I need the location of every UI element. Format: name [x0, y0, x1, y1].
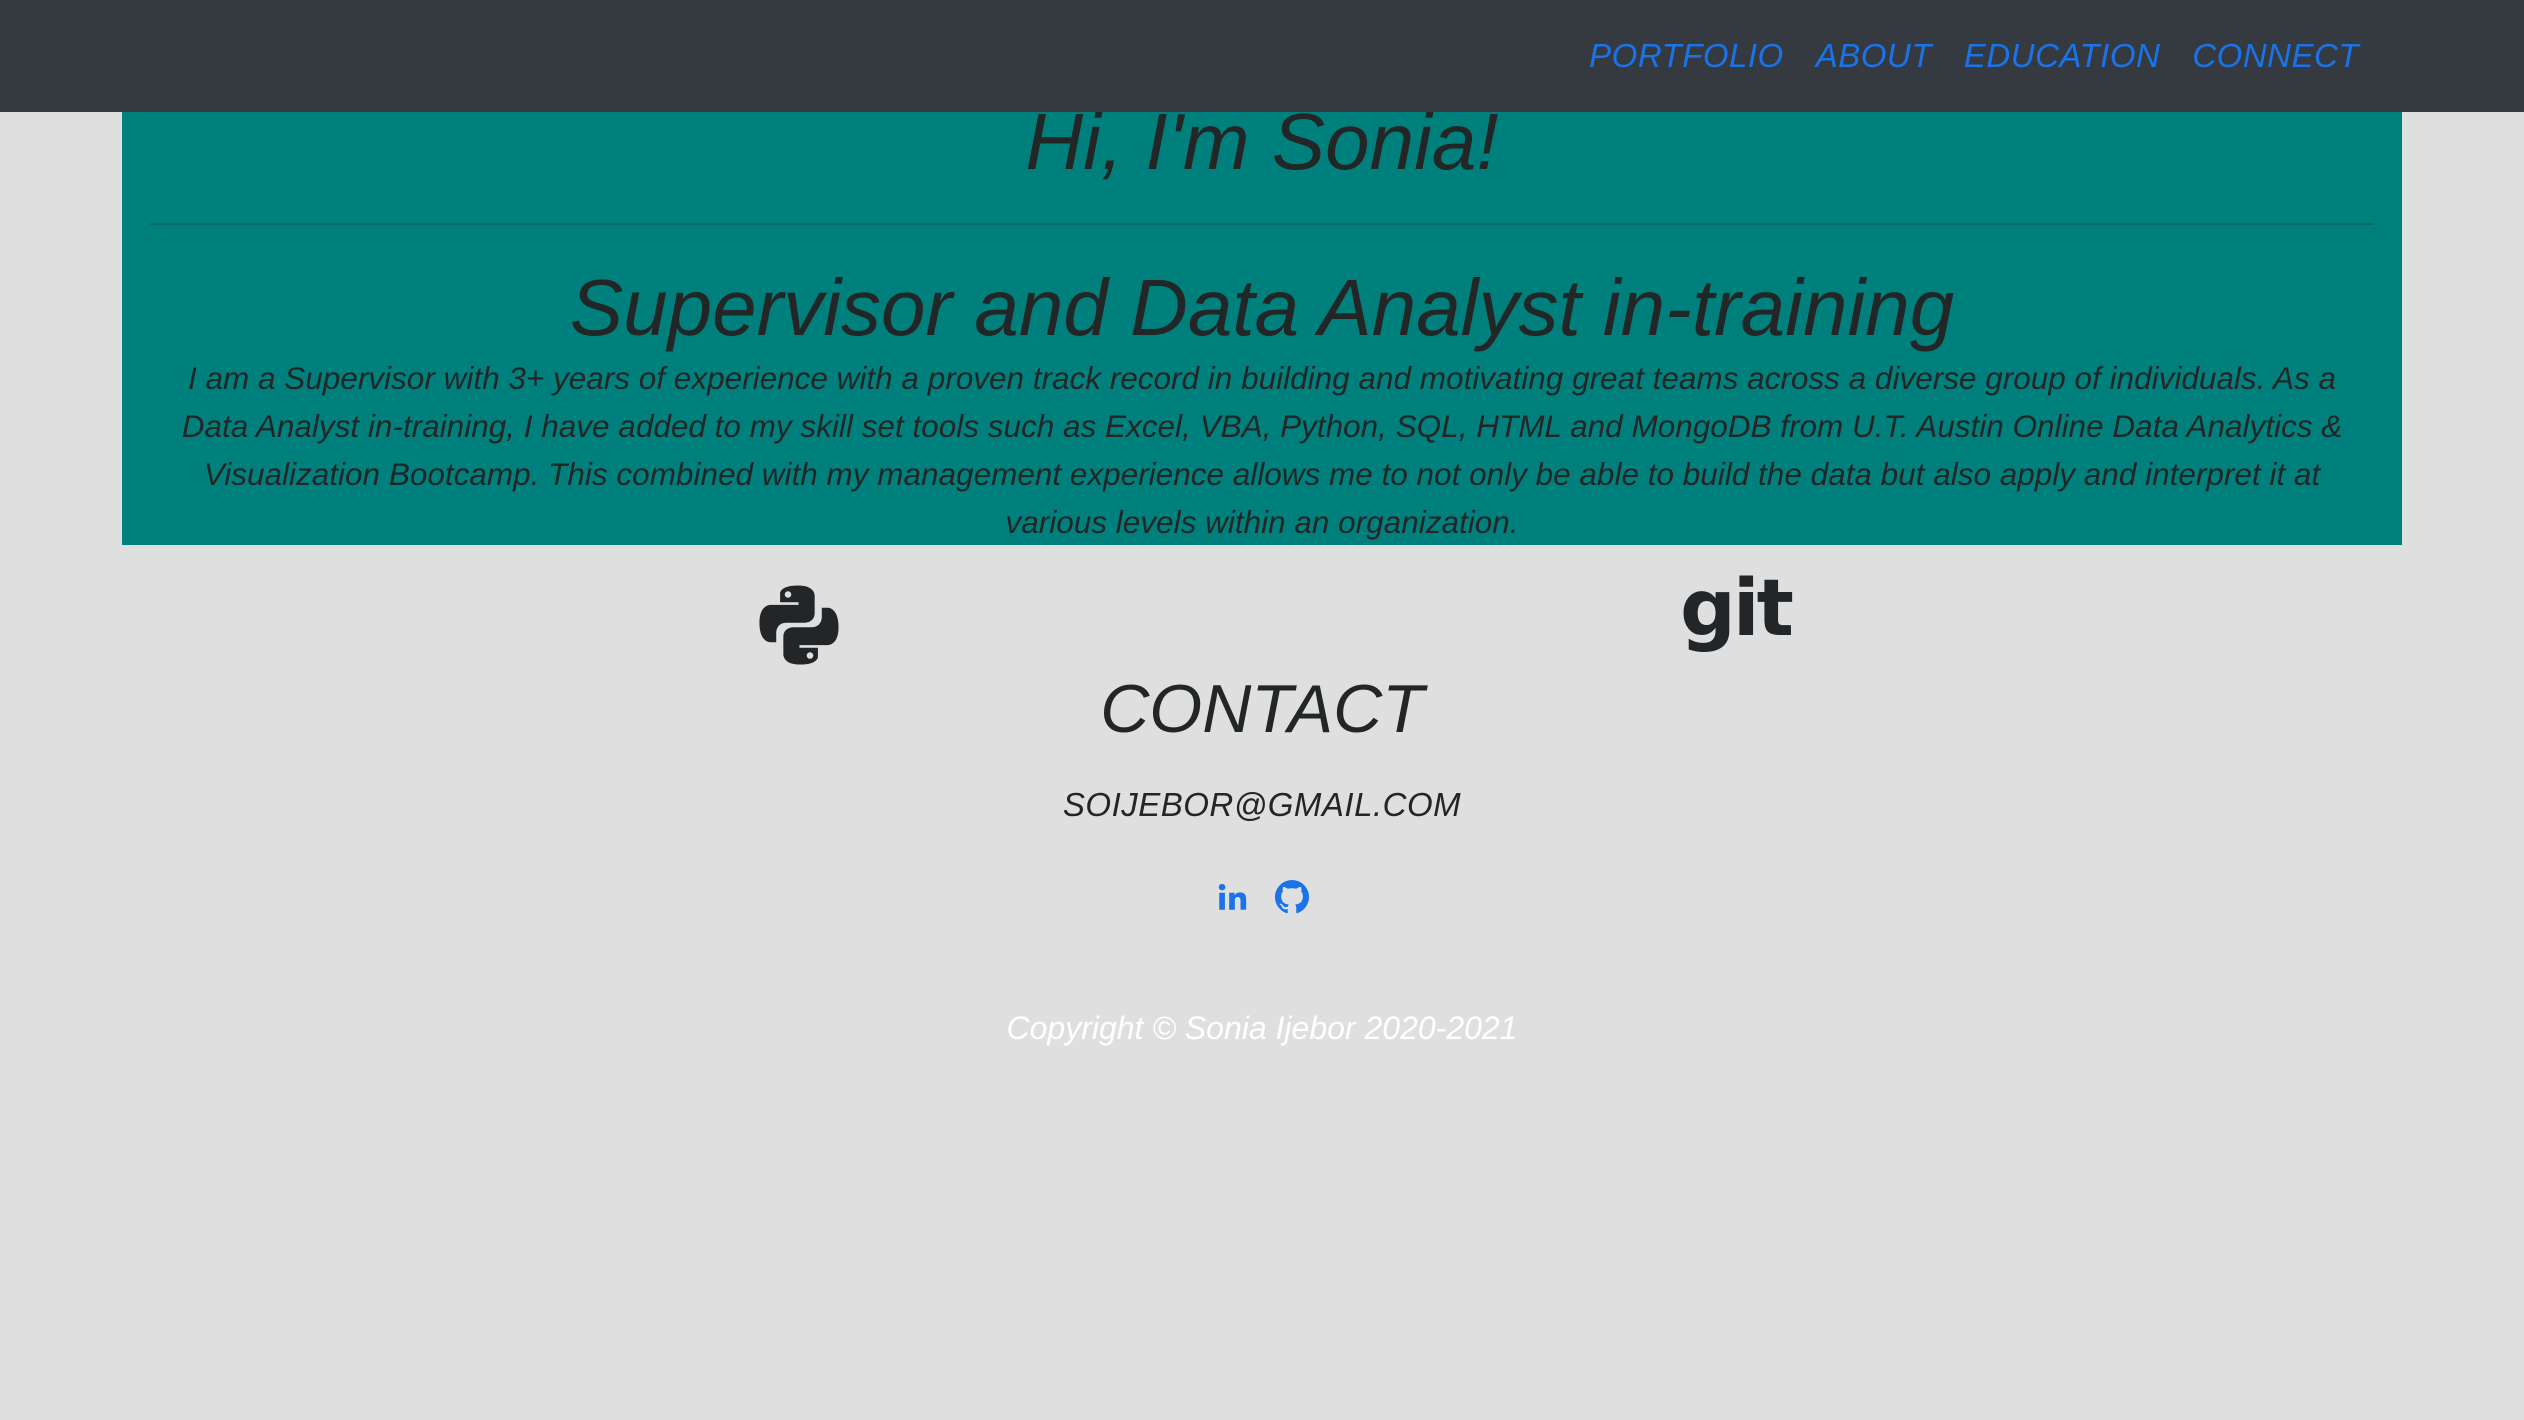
- hero-title: Hi, I'm Sonia!: [1025, 112, 1499, 186]
- social-links: [0, 880, 2524, 914]
- contact-email: SOIJEBOR@GMAIL.COM: [1062, 786, 1462, 823]
- nav-links: PORTFOLIO ABOUT EDUCATION CONNECT: [1557, 0, 2359, 112]
- copyright-text: Copyright © Sonia Ijebor 2020-2021: [1006, 1010, 1518, 1046]
- python-icon: [756, 582, 842, 668]
- nav-link-portfolio[interactable]: PORTFOLIO: [1589, 37, 1784, 75]
- nav-link-connect[interactable]: CONNECT: [2192, 37, 2359, 75]
- github-icon[interactable]: [1275, 880, 1309, 914]
- hero-subtitle: Supervisor and Data Analyst in-training: [569, 263, 1955, 352]
- nav-link-education[interactable]: EDUCATION: [1964, 37, 2160, 75]
- hero-section: Hi, I'm Sonia! Supervisor and Data Analy…: [122, 112, 2402, 545]
- hero-description: I am a Supervisor with 3+ years of exper…: [181, 360, 2343, 540]
- hero-divider: [150, 223, 2374, 225]
- git-icon: git: [1680, 564, 1794, 654]
- navbar: PORTFOLIO ABOUT EDUCATION CONNECT: [0, 0, 2524, 112]
- nav-link-about[interactable]: ABOUT: [1816, 37, 1932, 75]
- linkedin-icon[interactable]: [1215, 880, 1249, 914]
- contact-title: CONTACT: [1100, 671, 1424, 747]
